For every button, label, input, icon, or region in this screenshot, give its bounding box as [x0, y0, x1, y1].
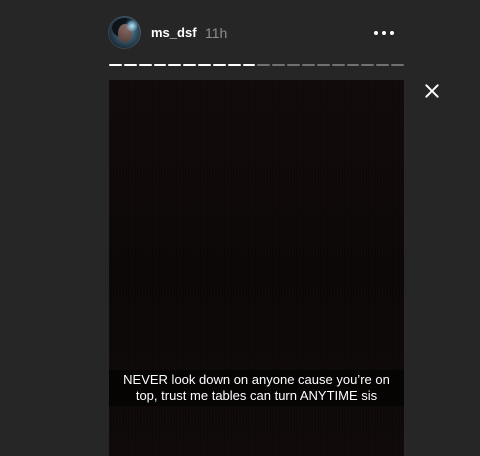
progress-segment — [391, 64, 404, 66]
progress-segment — [287, 64, 300, 66]
caption-line-1: NEVER look down on anyone cause you’re o… — [123, 372, 390, 387]
progress-segment — [301, 64, 315, 66]
progress-segment — [331, 64, 345, 66]
progress-segment — [346, 64, 360, 66]
story-progress-bar — [109, 64, 404, 66]
progress-segment — [316, 64, 330, 66]
story-caption: NEVER look down on anyone cause you’re o… — [109, 370, 404, 406]
story-header: ms_dsf 11h — [108, 16, 404, 50]
story-viewer: ms_dsf 11h NEVER look down on anyone cau… — [0, 0, 480, 456]
progress-segment — [212, 64, 226, 66]
progress-segment — [257, 64, 271, 66]
progress-segment — [168, 64, 182, 66]
avatar-flare — [126, 20, 138, 32]
progress-segment — [183, 64, 197, 66]
progress-segment — [227, 64, 241, 66]
more-dot — [382, 31, 386, 35]
progress-segment — [153, 64, 167, 66]
progress-segment — [198, 64, 211, 66]
more-dot — [374, 31, 378, 35]
avatar[interactable] — [108, 16, 141, 49]
username[interactable]: ms_dsf — [151, 25, 197, 41]
progress-segment — [376, 64, 390, 66]
progress-segment — [138, 64, 152, 66]
story-media[interactable]: NEVER look down on anyone cause you’re o… — [109, 80, 404, 456]
progress-segment — [242, 64, 256, 66]
more-options-icon[interactable] — [373, 26, 397, 40]
progress-segment — [272, 64, 286, 66]
post-time: 11h — [205, 25, 228, 41]
caption-line-2: top, trust me tables can turn ANYTIME si… — [135, 388, 378, 403]
close-icon[interactable] — [421, 80, 443, 102]
more-dot — [390, 31, 394, 35]
progress-segment — [109, 64, 122, 66]
progress-segment — [123, 64, 137, 66]
progress-segment — [361, 64, 375, 66]
